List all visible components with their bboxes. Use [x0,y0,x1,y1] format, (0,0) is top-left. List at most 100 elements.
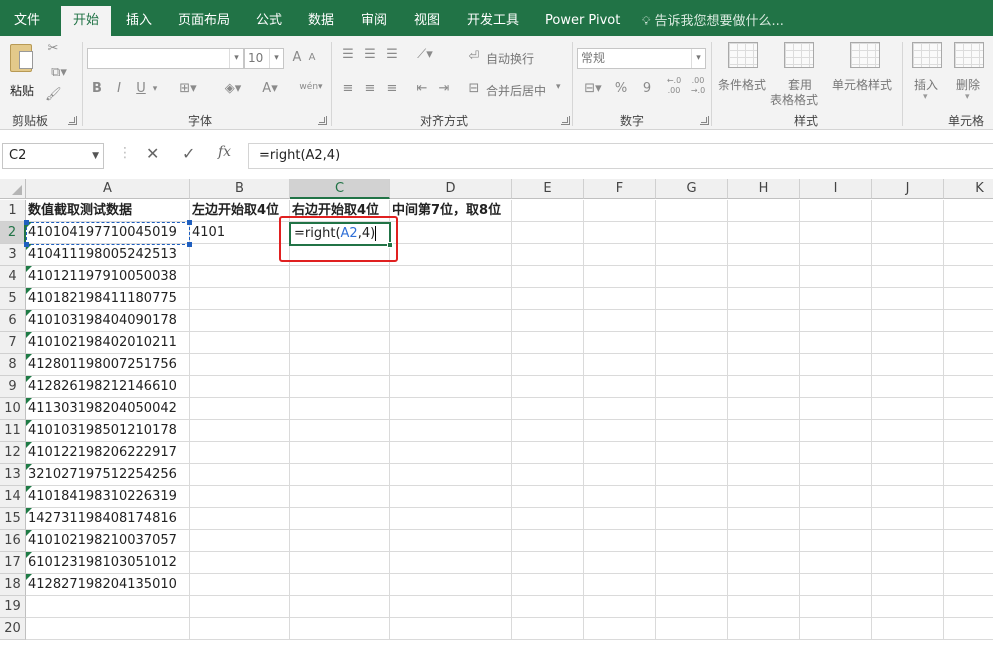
percent-button[interactable]: % [614,80,628,98]
cell-b5[interactable] [190,288,290,309]
cell-e17[interactable] [512,552,584,573]
column-header-b[interactable]: B [190,179,290,199]
cell-h9[interactable] [728,376,800,397]
row-header-5[interactable]: 5 [0,288,26,310]
cell-g13[interactable] [656,464,728,485]
cell-c14[interactable] [290,486,390,507]
borders-icon[interactable]: ⊞▾ [176,80,200,98]
paste-button[interactable]: 粘贴 [6,42,40,102]
cell-i6[interactable] [800,310,872,331]
cell-h17[interactable] [728,552,800,573]
cell-a9[interactable]: 412826198212146610 [26,376,190,397]
row-header-2[interactable]: 2 [0,222,26,244]
cell-i11[interactable] [800,420,872,441]
cell-d6[interactable] [390,310,512,331]
cell-d16[interactable] [390,530,512,551]
cell-k13[interactable] [944,464,993,485]
accounting-format-icon[interactable]: ⊟▾ [580,80,606,98]
cell-i16[interactable] [800,530,872,551]
row-header-1[interactable]: 1 [0,200,26,222]
cell-g10[interactable] [656,398,728,419]
cell-h7[interactable] [728,332,800,353]
cell-i12[interactable] [800,442,872,463]
cell-k16[interactable] [944,530,993,551]
cell-d5[interactable] [390,288,512,309]
cell-f7[interactable] [584,332,656,353]
cell-b20[interactable] [190,618,290,639]
tab-insert[interactable]: 插入 [126,0,152,36]
cell-d11[interactable] [390,420,512,441]
cell-d2[interactable] [390,222,512,243]
cell-j8[interactable] [872,354,944,375]
cell-a11[interactable]: 410103198501210178 [26,420,190,441]
cell-a3[interactable]: 410411198005242513 [26,244,190,265]
row-header-20[interactable]: 20 [0,618,26,640]
cell-a13[interactable]: 321027197512254256 [26,464,190,485]
cell-e19[interactable] [512,596,584,617]
cell-i4[interactable] [800,266,872,287]
cell-k9[interactable] [944,376,993,397]
cell-k20[interactable] [944,618,993,639]
cell-i18[interactable] [800,574,872,595]
cell-i15[interactable] [800,508,872,529]
shrink-font-icon[interactable]: A [305,49,319,67]
cell-j18[interactable] [872,574,944,595]
cell-j12[interactable] [872,442,944,463]
cell-e1[interactable] [512,200,584,221]
row-header-8[interactable]: 8 [0,354,26,376]
cell-i20[interactable] [800,618,872,639]
cell-k7[interactable] [944,332,993,353]
cell-g2[interactable] [656,222,728,243]
cell-e13[interactable] [512,464,584,485]
column-header-g[interactable]: G [656,179,728,199]
cell-e11[interactable] [512,420,584,441]
comma-button[interactable]: 9 [640,80,654,98]
cell-d9[interactable] [390,376,512,397]
cell-i5[interactable] [800,288,872,309]
row-header-10[interactable]: 10 [0,398,26,420]
column-header-d[interactable]: D [390,179,512,199]
grow-font-icon[interactable]: A [290,49,304,67]
cell-d3[interactable] [390,244,512,265]
cell-d20[interactable] [390,618,512,639]
cell-j7[interactable] [872,332,944,353]
tab-file[interactable]: 文件 [14,0,40,36]
cell-h5[interactable] [728,288,800,309]
cell-i7[interactable] [800,332,872,353]
cell-h4[interactable] [728,266,800,287]
cell-g19[interactable] [656,596,728,617]
cell-e18[interactable] [512,574,584,595]
name-box[interactable]: C2 ▼ [2,143,104,169]
copy-icon[interactable]: ⧉▾ [45,64,73,82]
cell-h3[interactable] [728,244,800,265]
cell-c5[interactable] [290,288,390,309]
cell-d15[interactable] [390,508,512,529]
cell-a10[interactable]: 411303198204050042 [26,398,190,419]
cell-b9[interactable] [190,376,290,397]
tab-home[interactable]: 开始 [61,6,112,36]
row-header-18[interactable]: 18 [0,574,26,596]
cell-g11[interactable] [656,420,728,441]
cell-c7[interactable] [290,332,390,353]
align-center-icon[interactable]: ≡ [362,80,378,98]
cell-e8[interactable] [512,354,584,375]
column-header-e[interactable]: E [512,179,584,199]
cell-f8[interactable] [584,354,656,375]
cell-i10[interactable] [800,398,872,419]
row-header-13[interactable]: 13 [0,464,26,486]
format-painter-icon[interactable]: 🖌︎ [45,86,62,104]
cell-k4[interactable] [944,266,993,287]
cell-b4[interactable] [190,266,290,287]
cell-d19[interactable] [390,596,512,617]
cell-j6[interactable] [872,310,944,331]
cell-e20[interactable] [512,618,584,639]
insert-function-icon[interactable]: fx [218,144,231,160]
conditional-format-button[interactable]: 条件格式 [716,42,768,108]
cell-g1[interactable] [656,200,728,221]
cell-f18[interactable] [584,574,656,595]
row-header-4[interactable]: 4 [0,266,26,288]
cell-b12[interactable] [190,442,290,463]
cell-h19[interactable] [728,596,800,617]
cell-j1[interactable] [872,200,944,221]
cell-e4[interactable] [512,266,584,287]
